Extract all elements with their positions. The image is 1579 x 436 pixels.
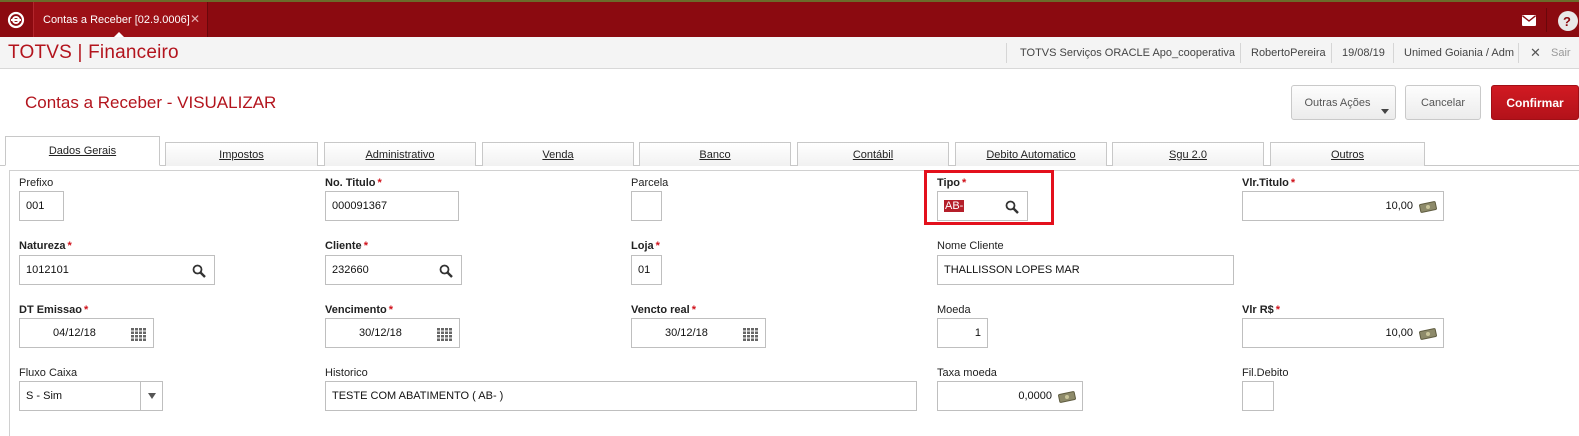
taxa-moeda-label: Taxa moeda	[937, 367, 997, 379]
tab-debito-automatico[interactable]: Debito Automatico	[955, 142, 1107, 166]
moeda-label: Moeda	[937, 304, 971, 316]
nome-cliente-label: Nome Cliente	[937, 240, 1004, 252]
confirm-button[interactable]: Confirmar	[1491, 85, 1579, 120]
cliente-field[interactable]: 232660	[325, 255, 462, 285]
nome-cliente-value: THALLISSON LOPES MAR	[944, 264, 1080, 276]
appbar-separator	[1393, 43, 1394, 63]
tab-impostos[interactable]: Impostos	[165, 142, 318, 166]
app-bar: TOTVS | Financeiro TOTVS Serviços ORACLE…	[0, 37, 1579, 69]
fluxo-caixa-value: S - Sim	[26, 390, 63, 402]
tab-banco[interactable]: Banco	[639, 142, 791, 166]
loja-label: Loja *	[631, 240, 660, 252]
vencimento-value: 30/12/18	[359, 327, 402, 339]
prefixo-label: Prefixo	[19, 177, 54, 189]
chevron-down-icon	[1381, 109, 1389, 114]
moeda-value: 1	[974, 327, 981, 339]
prefixo-field[interactable]: 001	[19, 191, 64, 221]
appbar-separator	[1006, 43, 1007, 63]
close-tab-icon[interactable]: ✕	[190, 12, 200, 26]
calendar-icon[interactable]	[435, 325, 453, 343]
dt-emissao-field[interactable]: 04/12/18	[19, 318, 154, 348]
natureza-value: 1012101	[26, 264, 69, 276]
branch-label: Unimed Goiania / Adm	[1404, 47, 1515, 59]
exit-label[interactable]: Sair	[1551, 37, 1571, 69]
vlr-titulo-value: 10,00	[1385, 200, 1413, 212]
exit-icon[interactable]: ✕	[1530, 37, 1541, 69]
window-tab-label: Contas a Receber [02.9.0006]	[43, 13, 190, 26]
tab-administrativo[interactable]: Administrativo	[324, 142, 476, 166]
cliente-value: 232660	[332, 264, 369, 276]
vlr-titulo-field[interactable]: 10,00	[1242, 191, 1444, 221]
prefixo-value: 001	[26, 200, 45, 212]
appbar-separator	[1518, 43, 1519, 63]
other-actions-label: Outras Ações	[1304, 96, 1371, 109]
app-title: TOTVS | Financeiro	[8, 42, 179, 63]
help-icon[interactable]: ?	[1558, 11, 1578, 31]
historico-field[interactable]: TESTE COM ABATIMENTO ( AB- )	[325, 381, 917, 411]
search-icon[interactable]	[190, 262, 208, 280]
natureza-field[interactable]: 1012101	[19, 255, 215, 285]
parcela-label: Parcela	[631, 177, 669, 189]
fluxo-caixa-select[interactable]: S - Sim	[19, 381, 163, 411]
parcela-field[interactable]	[631, 191, 662, 221]
vlr-rs-field[interactable]: 10,00	[1242, 318, 1444, 348]
no-titulo-label: No. Titulo *	[325, 177, 382, 189]
loja-field[interactable]: 01	[631, 255, 662, 285]
user-label: RobertoPereira	[1251, 47, 1326, 59]
vencimento-field[interactable]: 30/12/18	[325, 318, 460, 348]
calculator-icon[interactable]	[1419, 325, 1437, 343]
top-bar: Contas a Receber [02.9.0006] ✕ ?	[0, 0, 1579, 38]
no-titulo-value: 000091367	[332, 200, 388, 212]
vencto-real-value: 30/12/18	[665, 327, 708, 339]
date-label: 19/08/19	[1342, 47, 1385, 59]
confirm-label: Confirmar	[1506, 95, 1564, 110]
cancel-button[interactable]: Cancelar	[1405, 85, 1481, 120]
dt-emissao-value: 04/12/18	[53, 327, 96, 339]
nome-cliente-field[interactable]: THALLISSON LOPES MAR	[937, 255, 1234, 285]
vencto-real-field[interactable]: 30/12/18	[631, 318, 766, 348]
vlr-titulo-label: Vlr.Titulo *	[1242, 177, 1296, 189]
vencimento-label: Vencimento *	[325, 304, 394, 316]
totvs-logo-icon[interactable]	[0, 2, 32, 37]
tipo-highlight-box	[924, 170, 1054, 225]
environment-label: TOTVS Serviços ORACLE Apo_cooperativa	[1020, 47, 1236, 59]
tab-sgu[interactable]: Sgu 2.0	[1112, 142, 1264, 166]
search-icon[interactable]	[437, 262, 455, 280]
topbar-divider	[1546, 8, 1547, 32]
appbar-separator	[1331, 43, 1332, 63]
loja-value: 01	[638, 264, 651, 276]
vlr-rs-label: Vlr R$ *	[1242, 304, 1281, 316]
other-actions-button[interactable]: Outras Ações	[1291, 85, 1396, 120]
historico-label: Historico	[325, 367, 368, 379]
tab-contabil[interactable]: Contábil	[797, 142, 949, 166]
vencto-real-label: Vencto real *	[631, 304, 696, 316]
vlr-rs-value: 10,00	[1385, 327, 1413, 339]
page-title: Contas a Receber - VISUALIZAR	[25, 93, 277, 112]
chevron-down-icon[interactable]	[140, 382, 162, 410]
moeda-field[interactable]: 1	[937, 318, 988, 348]
dt-emissao-label: DT Emissao *	[19, 304, 89, 316]
cancel-label: Cancelar	[1420, 96, 1466, 109]
taxa-moeda-value: 0,0000	[1018, 390, 1052, 402]
calculator-icon[interactable]	[1419, 198, 1437, 216]
calendar-icon[interactable]	[741, 325, 759, 343]
fluxo-caixa-label: Fluxo Caixa	[19, 367, 78, 379]
historico-value: TESTE COM ABATIMENTO ( AB- )	[332, 390, 504, 402]
appbar-separator	[1240, 43, 1241, 63]
tab-dados-gerais[interactable]: Dados Gerais	[5, 136, 160, 166]
fil-debito-label: Fil.Debito	[1242, 367, 1289, 379]
cliente-label: Cliente *	[325, 240, 368, 252]
natureza-label: Natureza *	[19, 240, 72, 252]
mail-icon[interactable]	[1518, 11, 1540, 29]
calendar-icon[interactable]	[129, 325, 147, 343]
no-titulo-field[interactable]: 000091367	[325, 191, 459, 221]
fil-debito-field[interactable]	[1242, 381, 1274, 411]
tab-venda[interactable]: Venda	[482, 142, 634, 166]
taxa-moeda-field[interactable]: 0,0000	[937, 381, 1083, 411]
tab-outros[interactable]: Outros	[1270, 142, 1425, 166]
calculator-icon[interactable]	[1058, 388, 1076, 406]
